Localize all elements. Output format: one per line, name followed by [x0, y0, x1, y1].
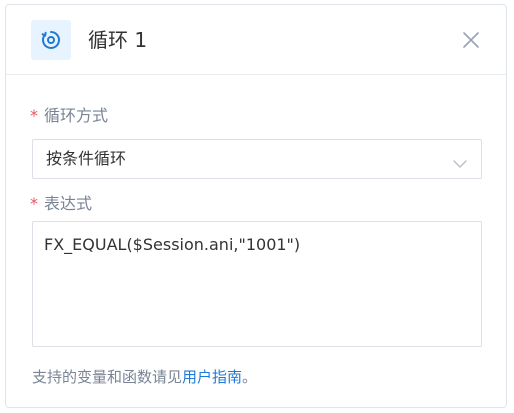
- loop-icon: [31, 20, 71, 60]
- hint-suffix: 。: [242, 368, 258, 386]
- hint-prefix: 支持的变量和函数请见: [32, 368, 183, 386]
- loop-mode-value: 按条件循环: [46, 149, 127, 168]
- panel-title: 循环 1: [88, 28, 148, 52]
- expression-value: FX_EQUAL($Session.ani,"1001"): [44, 235, 301, 254]
- loop-settings-panel: 循环 1 * 循环方式 按条件循环 * 表达式 FX_EQUAL($Session.…: [5, 4, 507, 408]
- required-mark: *: [30, 194, 38, 213]
- hint-text: 支持的变量和函数请见用户指南。: [32, 367, 257, 387]
- expression-label-text: 表达式: [44, 194, 93, 213]
- expression-label: * 表达式: [30, 194, 92, 214]
- loop-mode-select[interactable]: 按条件循环: [32, 139, 482, 179]
- chevron-down-icon: [453, 154, 467, 173]
- user-guide-link[interactable]: 用户指南: [182, 368, 242, 386]
- required-mark: *: [30, 106, 38, 125]
- expression-textarea[interactable]: FX_EQUAL($Session.ani,"1001"): [32, 221, 482, 347]
- panel-header: 循环 1: [6, 5, 506, 75]
- close-icon[interactable]: [461, 30, 481, 50]
- loop-mode-label-text: 循环方式: [44, 106, 109, 125]
- loop-mode-label: * 循环方式: [30, 106, 108, 126]
